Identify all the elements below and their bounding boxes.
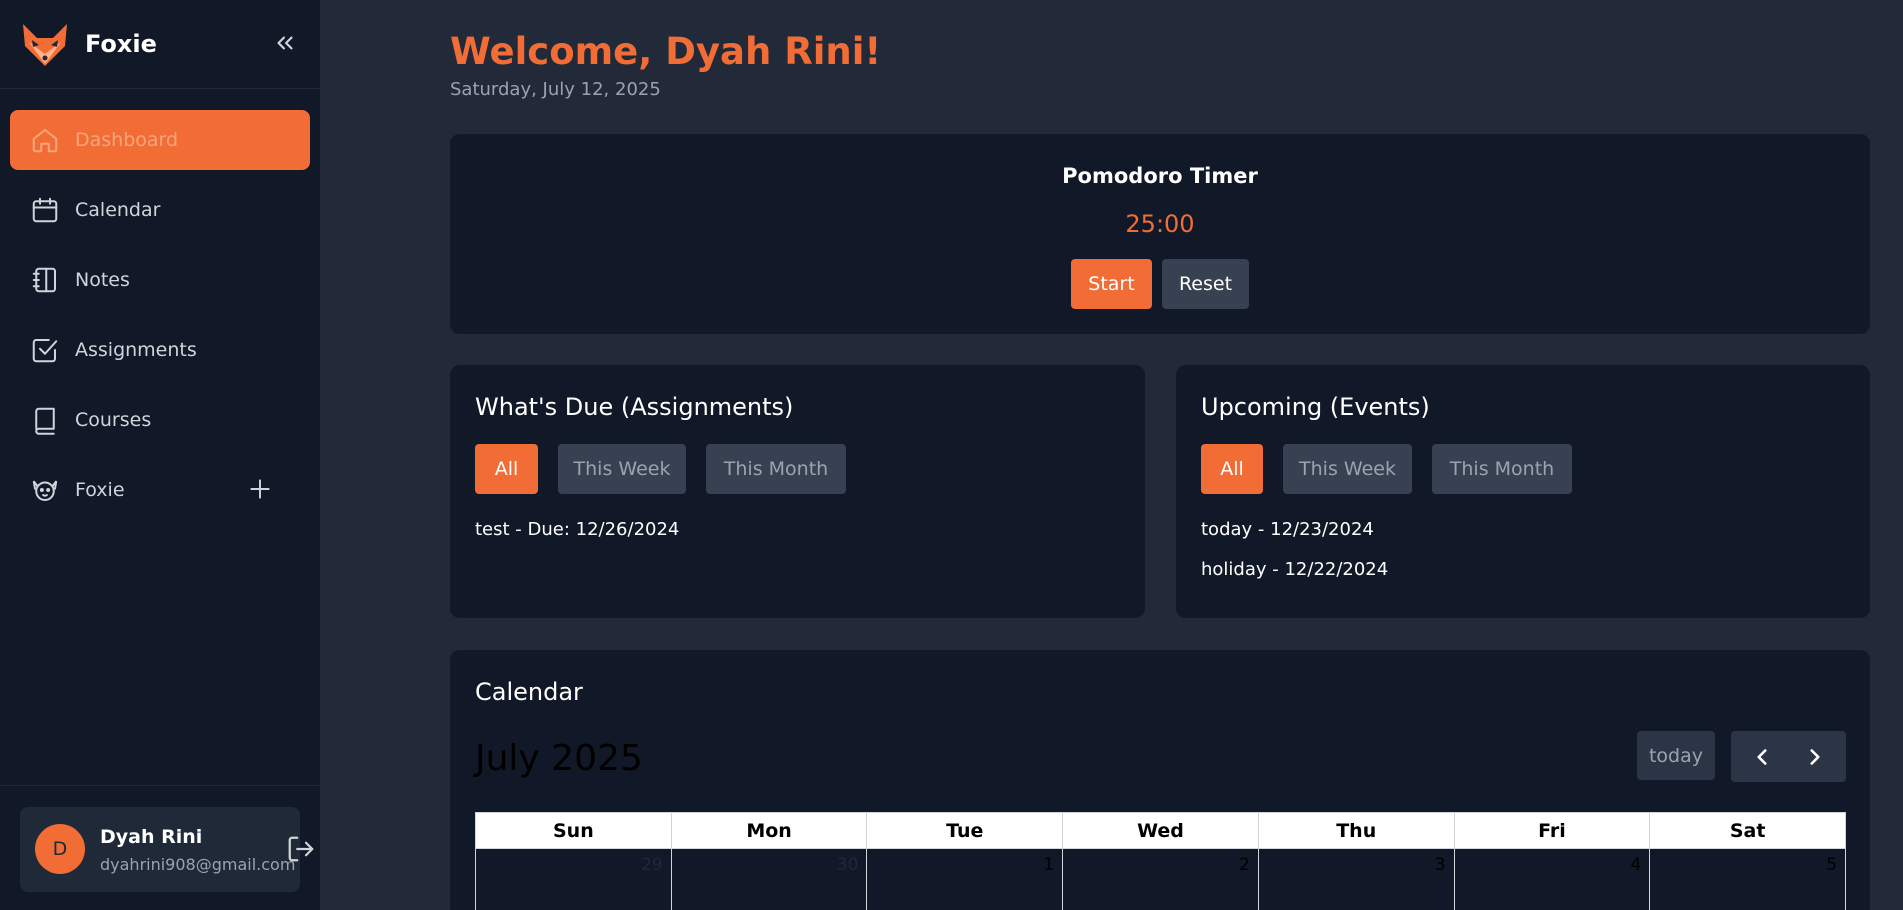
- sidebar-nav: Dashboard Calendar Notes Assignments Cou…: [10, 110, 310, 530]
- sidebar-item-label: Calendar: [75, 199, 161, 221]
- sidebar-item-foxie[interactable]: Foxie: [10, 460, 310, 520]
- filter-this-month-button[interactable]: This Month: [706, 444, 846, 494]
- sidebar: Foxie Dashboard Calendar Notes Assignmen…: [0, 0, 321, 910]
- pomodoro-time: 25:00: [1125, 210, 1195, 238]
- logout-icon[interactable]: [286, 834, 316, 864]
- notebook-icon: [32, 267, 56, 293]
- day-header-thu: Thu: [1259, 813, 1455, 848]
- upcoming-card: Upcoming (Events) All This Week This Mon…: [1176, 365, 1870, 618]
- calendar-day-cell[interactable]: 5: [1650, 849, 1847, 910]
- plus-icon[interactable]: [247, 476, 273, 502]
- filter-all-button[interactable]: All: [1201, 444, 1263, 494]
- calendar-day-cell[interactable]: 3: [1259, 849, 1455, 910]
- calendar-day-cell[interactable]: 4: [1455, 849, 1651, 910]
- chevron-left-icon[interactable]: [1749, 744, 1775, 770]
- checkbox-icon: [32, 339, 58, 363]
- book-icon: [35, 407, 55, 435]
- avatar: D: [35, 824, 85, 874]
- day-header-sun: Sun: [476, 813, 672, 848]
- user-name: Dyah Rini: [100, 826, 203, 848]
- sidebar-item-dashboard[interactable]: Dashboard: [10, 110, 310, 170]
- day-header-tue: Tue: [867, 813, 1064, 848]
- sidebar-item-calendar[interactable]: Calendar: [10, 180, 310, 240]
- day-header-mon: Mon: [672, 813, 868, 848]
- sidebar-item-label: Dashboard: [75, 129, 179, 151]
- filter-this-week-button[interactable]: This Week: [558, 444, 686, 494]
- filter-this-month-button[interactable]: This Month: [1432, 444, 1572, 494]
- start-button[interactable]: Start: [1071, 259, 1152, 309]
- day-header-wed: Wed: [1063, 813, 1259, 848]
- sidebar-item-label: Notes: [75, 269, 130, 291]
- fox-logo-icon: [23, 24, 67, 66]
- sidebar-item-label: Assignments: [75, 339, 197, 361]
- reset-button[interactable]: Reset: [1162, 259, 1249, 309]
- whats-due-title: What's Due (Assignments): [475, 393, 794, 421]
- collapse-sidebar-icon[interactable]: [272, 30, 298, 56]
- sidebar-item-label: Courses: [75, 409, 152, 431]
- calendar-title: Calendar: [475, 678, 583, 706]
- pomodoro-title: Pomodoro Timer: [1062, 164, 1258, 188]
- sidebar-item-assignments[interactable]: Assignments: [10, 320, 310, 380]
- filter-all-button[interactable]: All: [475, 444, 538, 494]
- event-item: holiday - 12/22/2024: [1201, 559, 1389, 580]
- today-button[interactable]: today: [1637, 731, 1715, 780]
- sidebar-item-notes[interactable]: Notes: [10, 250, 310, 310]
- home-icon: [32, 129, 58, 153]
- day-header-fri: Fri: [1455, 813, 1651, 848]
- sidebar-footer: D Dyah Rini dyahrini908@gmail.com: [0, 785, 321, 910]
- calendar-week-row: 29 30 1 2 3 4 5: [475, 849, 1847, 910]
- whats-due-card: What's Due (Assignments) All This Week T…: [450, 365, 1145, 618]
- pomodoro-card: Pomodoro Timer 25:00 Start Reset: [450, 134, 1870, 334]
- page-title: Welcome, Dyah Rini!: [450, 30, 882, 73]
- calendar-day-cell[interactable]: 1: [867, 849, 1064, 910]
- calendar-header-row: Sun Mon Tue Wed Thu Fri Sat: [475, 812, 1846, 849]
- calendar-day-cell[interactable]: 29: [476, 849, 672, 910]
- calendar-nav: [1731, 731, 1846, 782]
- pet-icon: [32, 480, 58, 501]
- calendar-day-cell[interactable]: 2: [1063, 849, 1259, 910]
- calendar-day-cell[interactable]: 30: [672, 849, 868, 910]
- calendar-grid: Sun Mon Tue Wed Thu Fri Sat 29 30 1 2 3 …: [475, 812, 1847, 910]
- event-item: today - 12/23/2024: [1201, 519, 1374, 540]
- user-card[interactable]: D Dyah Rini dyahrini908@gmail.com: [20, 807, 300, 892]
- calendar-icon: [32, 197, 58, 223]
- current-date: Saturday, July 12, 2025: [450, 79, 661, 100]
- user-email: dyahrini908@gmail.com: [100, 855, 296, 874]
- sidebar-item-label: Foxie: [75, 479, 125, 501]
- calendar-card: Calendar July 2025 today Sun Mon Tue Wed…: [450, 650, 1870, 910]
- brand-name: Foxie: [85, 30, 157, 58]
- filter-this-week-button[interactable]: This Week: [1283, 444, 1412, 494]
- sidebar-header: Foxie: [0, 0, 320, 89]
- assignment-item: test - Due: 12/26/2024: [475, 519, 680, 540]
- chevron-right-icon[interactable]: [1802, 744, 1828, 770]
- day-header-sat: Sat: [1729, 819, 1766, 842]
- sidebar-item-courses[interactable]: Courses: [10, 390, 310, 450]
- calendar-month: July 2025: [475, 738, 643, 779]
- upcoming-title: Upcoming (Events): [1201, 393, 1430, 421]
